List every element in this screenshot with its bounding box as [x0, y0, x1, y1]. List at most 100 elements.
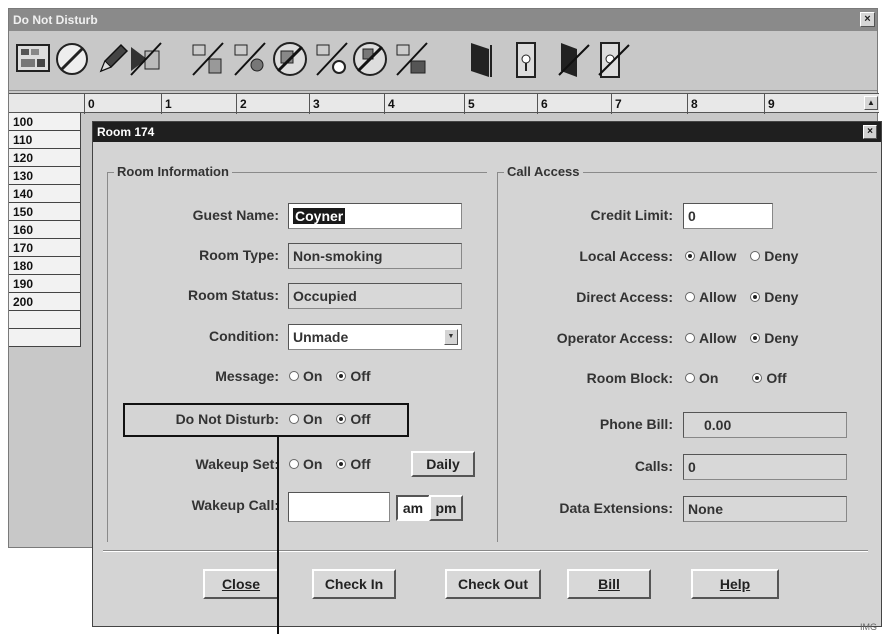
dialog-close-button[interactable]: ×	[863, 125, 877, 139]
wakeup-call-input[interactable]	[288, 492, 390, 522]
message-on-option[interactable]: On	[289, 368, 322, 384]
column-header: 2	[236, 94, 247, 114]
door-key-icon[interactable]	[509, 37, 547, 81]
row-header[interactable]: 150	[9, 203, 81, 221]
data-extensions-field: None	[683, 496, 847, 522]
operator-access-radio-group: Allow Deny	[685, 330, 808, 346]
row-header[interactable]: 200	[9, 293, 81, 311]
daily-button[interactable]: Daily	[411, 451, 475, 477]
maid-cancel-icon[interactable]	[127, 37, 165, 81]
maid-1-icon[interactable]	[189, 37, 227, 81]
row-header[interactable]: 140	[9, 185, 81, 203]
calls-field: 0	[683, 454, 847, 480]
room-type-label: Room Type:	[199, 247, 279, 263]
maid-5-icon[interactable]	[393, 37, 431, 81]
condition-select[interactable]: Unmade ▼	[288, 324, 462, 350]
guest-name-field[interactable]: Coyner	[288, 203, 462, 229]
room-block-on-label: On	[699, 370, 719, 386]
row-header[interactable]	[9, 329, 81, 347]
operator-deny-option[interactable]: Deny	[750, 330, 798, 346]
message-off-option[interactable]: Off	[336, 368, 371, 384]
door-cancel-icon[interactable]	[555, 37, 593, 81]
main-close-button[interactable]: ×	[860, 12, 875, 27]
operator-allow-option[interactable]: Allow	[685, 330, 736, 346]
radio-icon[interactable]	[289, 459, 299, 470]
maid-4-icon[interactable]	[351, 37, 389, 81]
wakeup-off-option[interactable]: Off	[336, 456, 371, 472]
callout-line	[277, 437, 279, 634]
no-entry-icon[interactable]	[53, 37, 91, 81]
radio-selected-icon[interactable]	[750, 292, 761, 303]
condition-value: Unmade	[293, 329, 349, 345]
check-in-button[interactable]: Check In	[312, 569, 396, 599]
radio-icon[interactable]	[750, 251, 761, 262]
room-status-field: Occupied	[288, 283, 462, 309]
local-access-label: Local Access:	[579, 248, 673, 264]
operator-allow-label: Allow	[699, 330, 737, 346]
toolbar	[9, 31, 877, 91]
dialog-title: Room 174	[97, 125, 155, 139]
radio-icon[interactable]	[685, 333, 695, 344]
local-access-radio-group: Allow Deny	[685, 248, 808, 264]
column-header: 6	[537, 94, 548, 114]
room-block-off-label: Off	[766, 370, 787, 386]
help-button-label: Help	[719, 576, 751, 592]
column-header: 3	[309, 94, 320, 114]
radio-icon[interactable]	[289, 371, 299, 382]
radio-icon[interactable]	[685, 373, 695, 384]
local-allow-label: Allow	[699, 248, 737, 264]
radio-selected-icon[interactable]	[750, 333, 761, 344]
column-header: 5	[464, 94, 475, 114]
door-key-cancel-icon[interactable]	[595, 37, 633, 81]
row-header[interactable]: 190	[9, 275, 81, 293]
room-information-label: Room Information	[114, 164, 232, 179]
radio-selected-icon[interactable]	[752, 373, 763, 384]
chevron-down-icon[interactable]: ▼	[444, 329, 458, 345]
row-header[interactable]: 100	[9, 113, 81, 131]
row-header[interactable]	[9, 311, 81, 329]
direct-deny-option[interactable]: Deny	[750, 289, 798, 305]
local-allow-option[interactable]: Allow	[685, 248, 736, 264]
radio-selected-icon[interactable]	[336, 459, 347, 470]
radio-selected-icon[interactable]	[336, 371, 347, 382]
row-header[interactable]: 170	[9, 239, 81, 257]
help-button[interactable]: Help	[691, 569, 779, 599]
message-on-label: On	[303, 368, 323, 384]
room-map-icon[interactable]	[15, 37, 53, 81]
direct-deny-label: Deny	[764, 289, 799, 305]
row-header-list: 100 110 120 130 140 150 160 170 180 190 …	[9, 113, 81, 347]
close-button[interactable]: Close	[203, 569, 279, 599]
column-header: 4	[384, 94, 395, 114]
door-open-icon[interactable]	[463, 37, 501, 81]
column-header: 9	[764, 94, 775, 114]
pm-toggle[interactable]: pm	[429, 495, 463, 521]
wakeup-on-option[interactable]: On	[289, 456, 322, 472]
operator-deny-label: Deny	[764, 330, 799, 346]
room-block-off-option[interactable]: Off	[752, 370, 787, 386]
maid-3-icon[interactable]	[313, 37, 351, 81]
am-toggle[interactable]: am	[396, 495, 430, 521]
row-header[interactable]: 180	[9, 257, 81, 275]
local-deny-label: Deny	[764, 248, 799, 264]
condition-label: Condition:	[209, 328, 279, 344]
row-header[interactable]: 160	[9, 221, 81, 239]
room-block-on-option[interactable]: On	[685, 370, 718, 386]
maid-2-icon[interactable]	[231, 37, 269, 81]
main-title-bar: Do Not Disturb ×	[9, 9, 877, 31]
scroll-up-button[interactable]: ▲	[864, 96, 878, 110]
credit-limit-field[interactable]: 0	[683, 203, 773, 229]
radio-selected-icon[interactable]	[685, 251, 695, 262]
bill-button[interactable]: Bill	[567, 569, 651, 599]
maid-no-icon[interactable]	[271, 37, 309, 81]
radio-icon[interactable]	[685, 292, 695, 303]
dialog-title-bar: Room 174 ×	[93, 122, 881, 142]
figure-mark: IMG	[860, 622, 877, 632]
row-header[interactable]: 120	[9, 149, 81, 167]
column-header: 0	[84, 94, 95, 114]
row-header[interactable]: 130	[9, 167, 81, 185]
check-out-button[interactable]: Check Out	[445, 569, 541, 599]
local-deny-option[interactable]: Deny	[750, 248, 798, 264]
pencil-icon[interactable]	[93, 37, 131, 81]
direct-allow-option[interactable]: Allow	[685, 289, 736, 305]
row-header[interactable]: 110	[9, 131, 81, 149]
